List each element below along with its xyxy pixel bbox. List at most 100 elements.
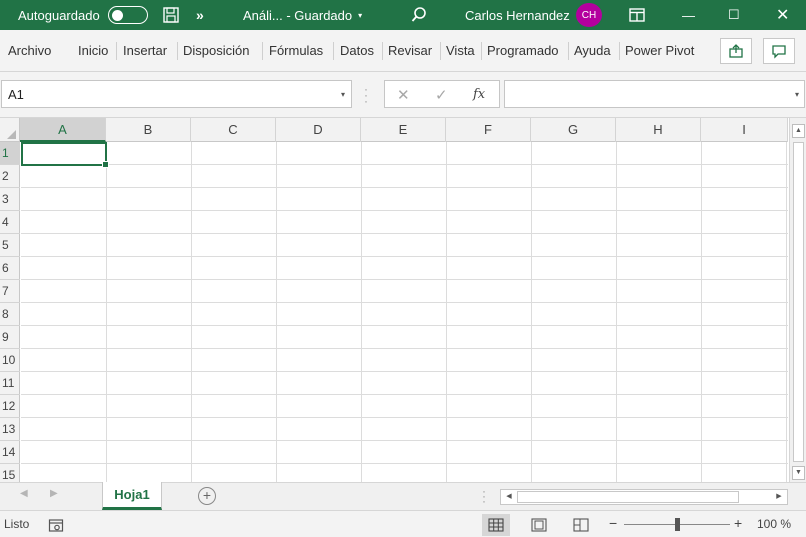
column-header-d[interactable]: D xyxy=(276,118,361,142)
tab-power-pivot[interactable]: Power Pivot xyxy=(625,43,694,58)
gridline xyxy=(21,164,788,165)
share-button[interactable] xyxy=(720,38,752,64)
gridline xyxy=(21,371,788,372)
autosave-toggle[interactable] xyxy=(108,6,148,24)
row-header[interactable]: 3 xyxy=(0,188,20,211)
row-header[interactable]: 13 xyxy=(0,418,20,441)
scroll-up-button[interactable]: ▲ xyxy=(792,124,805,138)
column-header-g[interactable]: G xyxy=(531,118,616,142)
column-header-c[interactable]: C xyxy=(191,118,276,142)
maximize-button[interactable]: ☐ xyxy=(728,0,740,30)
row-header[interactable]: 1 xyxy=(0,142,20,165)
document-title[interactable]: Análi... - Guardado ▾ xyxy=(243,0,362,30)
add-sheet-button[interactable]: + xyxy=(198,487,216,505)
comments-button[interactable] xyxy=(763,38,795,64)
enter-icon[interactable]: ✓ xyxy=(435,86,448,104)
normal-view-button[interactable] xyxy=(482,514,510,536)
comment-icon xyxy=(772,45,786,59)
gridline xyxy=(701,142,702,482)
prev-sheet-icon[interactable]: ◀ xyxy=(20,488,28,499)
formula-input[interactable]: ▾ xyxy=(504,80,805,108)
scrollbar-thumb[interactable] xyxy=(517,491,739,503)
next-sheet-icon[interactable]: ▶ xyxy=(50,488,58,499)
expand-formula-bar-icon[interactable]: ▾ xyxy=(795,90,799,99)
row-header[interactable]: 15 xyxy=(0,464,20,482)
row-header[interactable]: 11 xyxy=(0,372,20,395)
row-header[interactable]: 8 xyxy=(0,303,20,326)
column-header-b[interactable]: B xyxy=(106,118,191,142)
tab-revisar[interactable]: Revisar xyxy=(388,43,432,58)
tab-insertar[interactable]: Insertar xyxy=(123,43,167,58)
tab-inicio[interactable]: Inicio xyxy=(78,43,108,58)
row-header[interactable]: 6 xyxy=(0,257,20,280)
tab-vista[interactable]: Vista xyxy=(446,43,475,58)
gridline xyxy=(446,142,447,482)
avatar[interactable]: CH xyxy=(576,3,602,27)
row-header[interactable]: 10 xyxy=(0,349,20,372)
gridline xyxy=(21,325,788,326)
insert-function-icon[interactable]: fx xyxy=(473,87,485,102)
chevron-down-icon[interactable]: ▾ xyxy=(341,90,345,99)
status-text: Listo xyxy=(4,517,30,531)
gridline xyxy=(21,210,788,211)
tab-ayuda[interactable]: Ayuda xyxy=(574,43,611,58)
row-header[interactable]: 7 xyxy=(0,280,20,303)
drag-handle-icon[interactable]: · · · xyxy=(482,485,486,507)
scroll-right-button[interactable]: ▶ xyxy=(772,490,786,504)
minimize-button[interactable]: — xyxy=(682,0,695,30)
tab-disposicion[interactable]: Disposición xyxy=(183,43,249,58)
close-button[interactable]: ✕ xyxy=(776,0,789,30)
scroll-down-button[interactable]: ▼ xyxy=(792,466,805,480)
scroll-left-button[interactable]: ◀ xyxy=(502,490,516,504)
sheet-tab-bar: ◀ ▶ Hoja1 + · · · ◀ ▶ xyxy=(0,482,806,510)
document-title-text: Análi... - Guardado xyxy=(243,7,353,23)
zoom-level[interactable]: 100 % xyxy=(757,517,791,531)
row-header[interactable]: 2 xyxy=(0,165,20,188)
ribbon-display-options-icon[interactable] xyxy=(628,0,646,30)
gridline xyxy=(106,142,107,482)
column-header-e[interactable]: E xyxy=(361,118,446,142)
vertical-scrollbar[interactable]: ▲ ▼ xyxy=(789,118,806,482)
gridline xyxy=(21,279,788,280)
row-header[interactable]: 9 xyxy=(0,326,20,349)
gridline xyxy=(21,302,788,303)
active-cell-a1[interactable] xyxy=(21,142,109,168)
row-header[interactable]: 4 xyxy=(0,211,20,234)
zoom-in-button[interactable]: + xyxy=(734,515,742,531)
horizontal-scrollbar[interactable]: ◀ ▶ xyxy=(500,489,788,505)
zoom-out-button[interactable]: − xyxy=(609,515,617,531)
grid-view-icon xyxy=(488,518,504,532)
column-header-h[interactable]: H xyxy=(616,118,701,142)
scrollbar-thumb[interactable] xyxy=(793,142,804,462)
tab-formulas[interactable]: Fórmulas xyxy=(269,43,323,58)
row-header[interactable]: 12 xyxy=(0,395,20,418)
tab-archivo[interactable]: Archivo xyxy=(8,43,51,58)
tab-separator xyxy=(619,42,620,60)
more-commands-button[interactable]: » xyxy=(196,0,204,30)
column-header-i[interactable]: I xyxy=(701,118,788,142)
row-header[interactable]: 14 xyxy=(0,441,20,464)
select-all-button[interactable] xyxy=(0,118,20,142)
zoom-slider-thumb[interactable] xyxy=(675,518,680,531)
tab-programador[interactable]: Programado xyxy=(487,43,565,58)
column-header-f[interactable]: F xyxy=(446,118,531,142)
formula-buttons: ✕ ✓ fx xyxy=(384,80,500,108)
tab-separator xyxy=(568,42,569,60)
user-name[interactable]: Carlos Hernandez xyxy=(465,0,570,30)
cell-area[interactable] xyxy=(21,142,788,482)
title-bar: Autoguardado » Análi... - Guardado ▾ Car… xyxy=(0,0,806,30)
drag-handle-icon[interactable]: · · · xyxy=(364,83,368,107)
column-header-a[interactable]: A xyxy=(20,118,106,142)
sheet-tab-hoja1[interactable]: Hoja1 xyxy=(102,482,162,510)
macro-recording-icon[interactable] xyxy=(48,517,64,536)
row-header[interactable]: 5 xyxy=(0,234,20,257)
search-icon[interactable] xyxy=(410,0,428,30)
name-box[interactable]: A1 ▾ xyxy=(1,80,352,108)
cancel-icon[interactable]: ✕ xyxy=(397,86,410,104)
tab-datos[interactable]: Datos xyxy=(340,43,374,58)
page-layout-view-button[interactable] xyxy=(525,514,553,536)
share-icon xyxy=(729,44,743,58)
save-icon[interactable] xyxy=(162,0,180,30)
page-break-view-button[interactable] xyxy=(567,514,595,536)
tab-separator xyxy=(177,42,178,60)
